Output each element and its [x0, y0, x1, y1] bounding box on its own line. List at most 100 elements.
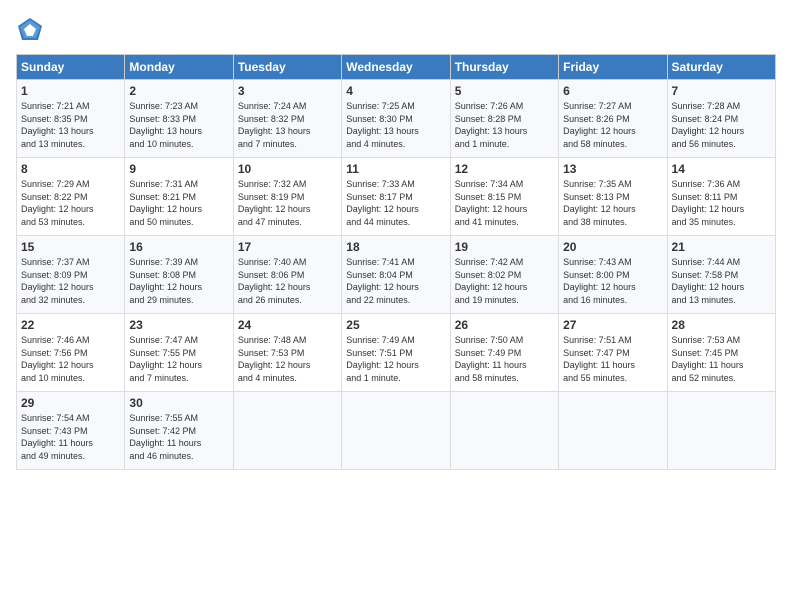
- table-row: 27 Sunrise: 7:51 AM Sunset: 7:47 PM Dayli…: [559, 314, 667, 392]
- day-info: Sunrise: 7:34 AM Sunset: 8:15 PM Dayligh…: [455, 178, 554, 228]
- day-number: 28: [672, 318, 771, 332]
- table-row: 9 Sunrise: 7:31 AM Sunset: 8:21 PM Daylig…: [125, 158, 233, 236]
- day-number: 12: [455, 162, 554, 176]
- table-row: 14Sunrise: 7:36 AM Sunset: 8:11 PM Dayli…: [667, 158, 775, 236]
- table-row: 6 Sunrise: 7:27 AM Sunset: 8:26 PM Daylig…: [559, 80, 667, 158]
- day-info: Sunrise: 7:49 AM Sunset: 7:51 PM Dayligh…: [346, 334, 445, 384]
- day-number: 7: [672, 84, 771, 98]
- day-info: Sunrise: 7:24 AM Sunset: 8:32 PM Dayligh…: [238, 100, 337, 150]
- day-number: 26: [455, 318, 554, 332]
- table-row: 29Sunrise: 7:54 AM Sunset: 7:43 PM Dayli…: [17, 392, 125, 470]
- day-info: Sunrise: 7:48 AM Sunset: 7:53 PM Dayligh…: [238, 334, 337, 384]
- day-info: Sunrise: 7:35 AM Sunset: 8:13 PM Dayligh…: [563, 178, 662, 228]
- day-info: Sunrise: 7:29 AM Sunset: 8:22 PM Dayligh…: [21, 178, 120, 228]
- day-number: 24: [238, 318, 337, 332]
- table-row: 11Sunrise: 7:33 AM Sunset: 8:17 PM Dayli…: [342, 158, 450, 236]
- table-row: 2 Sunrise: 7:23 AM Sunset: 8:33 PM Daylig…: [125, 80, 233, 158]
- day-number: 1: [21, 84, 120, 98]
- header-sunday: Sunday: [17, 55, 125, 80]
- day-info: Sunrise: 7:40 AM Sunset: 8:06 PM Dayligh…: [238, 256, 337, 306]
- day-number: 23: [129, 318, 228, 332]
- table-row: 17 Sunrise: 7:40 AM Sunset: 8:06 PM Dayli…: [233, 236, 341, 314]
- page: SundayMondayTuesdayWednesdayThursdayFrid…: [0, 0, 792, 612]
- header-row: SundayMondayTuesdayWednesdayThursdayFrid…: [17, 55, 776, 80]
- table-row: [667, 392, 775, 470]
- table-row: 23 Sunrise: 7:47 AM Sunset: 7:55 PM Dayli…: [125, 314, 233, 392]
- day-number: 18: [346, 240, 445, 254]
- table-row: 16Sunrise: 7:39 AM Sunset: 8:08 PM Dayli…: [125, 236, 233, 314]
- day-info: Sunrise: 7:36 AM Sunset: 8:11 PM Dayligh…: [672, 178, 771, 228]
- day-info: Sunrise: 7:37 AM Sunset: 8:09 PM Dayligh…: [21, 256, 120, 306]
- day-number: 17: [238, 240, 337, 254]
- week-row-5: 29Sunrise: 7:54 AM Sunset: 7:43 PM Dayli…: [17, 392, 776, 470]
- day-info: Sunrise: 7:51 AM Sunset: 7:47 PM Dayligh…: [563, 334, 662, 384]
- day-info: Sunrise: 7:43 AM Sunset: 8:00 PM Dayligh…: [563, 256, 662, 306]
- day-number: 11: [346, 162, 445, 176]
- day-number: 8: [21, 162, 120, 176]
- day-info: Sunrise: 7:25 AM Sunset: 8:30 PM Dayligh…: [346, 100, 445, 150]
- header-tuesday: Tuesday: [233, 55, 341, 80]
- table-row: 15 Sunrise: 7:37 AM Sunset: 8:09 PM Dayli…: [17, 236, 125, 314]
- table-row: 22 Sunrise: 7:46 AM Sunset: 7:56 PM Dayli…: [17, 314, 125, 392]
- day-number: 22: [21, 318, 120, 332]
- day-number: 4: [346, 84, 445, 98]
- table-row: 1 Sunrise: 7:21 AM Sunset: 8:35 PM Daylig…: [17, 80, 125, 158]
- day-number: 27: [563, 318, 662, 332]
- table-row: 18 Sunrise: 7:41 AM Sunset: 8:04 PM Dayli…: [342, 236, 450, 314]
- day-info: Sunrise: 7:32 AM Sunset: 8:19 PM Dayligh…: [238, 178, 337, 228]
- week-row-2: 8 Sunrise: 7:29 AM Sunset: 8:22 PM Daylig…: [17, 158, 776, 236]
- day-number: 10: [238, 162, 337, 176]
- week-row-1: 1 Sunrise: 7:21 AM Sunset: 8:35 PM Daylig…: [17, 80, 776, 158]
- header-wednesday: Wednesday: [342, 55, 450, 80]
- day-info: Sunrise: 7:50 AM Sunset: 7:49 PM Dayligh…: [455, 334, 554, 384]
- day-info: Sunrise: 7:21 AM Sunset: 8:35 PM Dayligh…: [21, 100, 120, 150]
- day-number: 13: [563, 162, 662, 176]
- table-row: 19 Sunrise: 7:42 AM Sunset: 8:02 PM Dayli…: [450, 236, 558, 314]
- table-row: 28 Sunrise: 7:53 AM Sunset: 7:45 PM Dayli…: [667, 314, 775, 392]
- table-row: 21Sunrise: 7:44 AM Sunset: 7:58 PM Dayli…: [667, 236, 775, 314]
- week-row-4: 22 Sunrise: 7:46 AM Sunset: 7:56 PM Dayli…: [17, 314, 776, 392]
- day-number: 5: [455, 84, 554, 98]
- day-info: Sunrise: 7:28 AM Sunset: 8:24 PM Dayligh…: [672, 100, 771, 150]
- day-info: Sunrise: 7:23 AM Sunset: 8:33 PM Dayligh…: [129, 100, 228, 150]
- day-info: Sunrise: 7:26 AM Sunset: 8:28 PM Dayligh…: [455, 100, 554, 150]
- table-row: 7 Sunrise: 7:28 AM Sunset: 8:24 PM Daylig…: [667, 80, 775, 158]
- table-row: 20 Sunrise: 7:43 AM Sunset: 8:00 PM Dayli…: [559, 236, 667, 314]
- table-row: 24 Sunrise: 7:48 AM Sunset: 7:53 PM Dayli…: [233, 314, 341, 392]
- day-number: 9: [129, 162, 228, 176]
- day-number: 6: [563, 84, 662, 98]
- day-info: Sunrise: 7:31 AM Sunset: 8:21 PM Dayligh…: [129, 178, 228, 228]
- day-number: 20: [563, 240, 662, 254]
- day-info: Sunrise: 7:27 AM Sunset: 8:26 PM Dayligh…: [563, 100, 662, 150]
- table-row: 13 Sunrise: 7:35 AM Sunset: 8:13 PM Dayli…: [559, 158, 667, 236]
- day-info: Sunrise: 7:53 AM Sunset: 7:45 PM Dayligh…: [672, 334, 771, 384]
- day-info: Sunrise: 7:55 AM Sunset: 7:42 PM Dayligh…: [129, 412, 228, 462]
- table-row: 26 Sunrise: 7:50 AM Sunset: 7:49 PM Dayli…: [450, 314, 558, 392]
- day-info: Sunrise: 7:54 AM Sunset: 7:43 PM Dayligh…: [21, 412, 120, 462]
- header-saturday: Saturday: [667, 55, 775, 80]
- table-row: [342, 392, 450, 470]
- table-row: [559, 392, 667, 470]
- logo: [16, 16, 48, 44]
- table-row: [450, 392, 558, 470]
- header-thursday: Thursday: [450, 55, 558, 80]
- day-number: 19: [455, 240, 554, 254]
- table-row: 25Sunrise: 7:49 AM Sunset: 7:51 PM Dayli…: [342, 314, 450, 392]
- week-row-3: 15 Sunrise: 7:37 AM Sunset: 8:09 PM Dayli…: [17, 236, 776, 314]
- day-info: Sunrise: 7:44 AM Sunset: 7:58 PM Dayligh…: [672, 256, 771, 306]
- header-friday: Friday: [559, 55, 667, 80]
- table-row: 8 Sunrise: 7:29 AM Sunset: 8:22 PM Daylig…: [17, 158, 125, 236]
- table-row: [233, 392, 341, 470]
- header-monday: Monday: [125, 55, 233, 80]
- table-row: 10 Sunrise: 7:32 AM Sunset: 8:19 PM Dayli…: [233, 158, 341, 236]
- table-row: 12 Sunrise: 7:34 AM Sunset: 8:15 PM Dayli…: [450, 158, 558, 236]
- day-number: 2: [129, 84, 228, 98]
- calendar-table: SundayMondayTuesdayWednesdayThursdayFrid…: [16, 54, 776, 470]
- table-row: 5 Sunrise: 7:26 AM Sunset: 8:28 PM Daylig…: [450, 80, 558, 158]
- table-row: 4 Sunrise: 7:25 AM Sunset: 8:30 PM Daylig…: [342, 80, 450, 158]
- day-info: Sunrise: 7:41 AM Sunset: 8:04 PM Dayligh…: [346, 256, 445, 306]
- day-info: Sunrise: 7:46 AM Sunset: 7:56 PM Dayligh…: [21, 334, 120, 384]
- day-number: 15: [21, 240, 120, 254]
- day-info: Sunrise: 7:42 AM Sunset: 8:02 PM Dayligh…: [455, 256, 554, 306]
- day-info: Sunrise: 7:47 AM Sunset: 7:55 PM Dayligh…: [129, 334, 228, 384]
